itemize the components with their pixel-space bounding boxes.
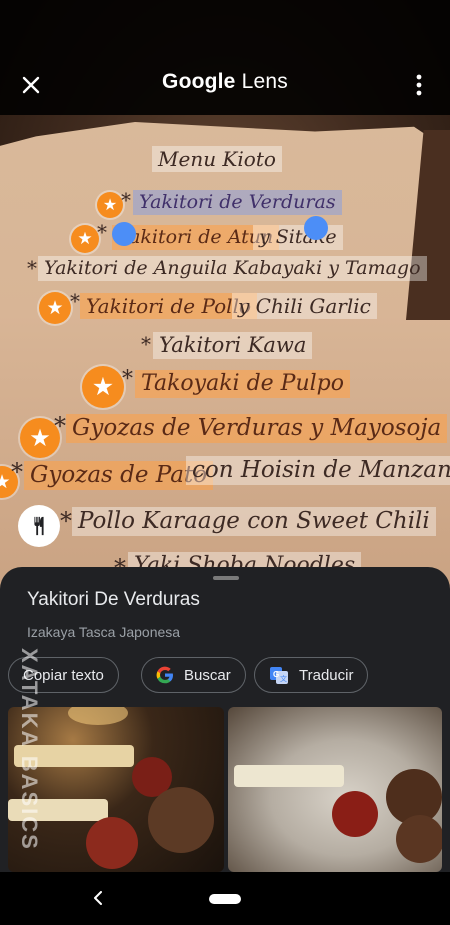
watermark: XATAKA BASICS [16, 648, 50, 900]
mushroom-shape [396, 815, 442, 863]
translate-label: Traducir [299, 666, 354, 684]
translate-icon: G 文 [269, 665, 289, 685]
menu-bullet: * [27, 256, 37, 280]
candle-glow-shape [68, 707, 128, 725]
menu-bullet: * [54, 412, 66, 440]
menu-line-text[interactable]: y Sitake [253, 225, 343, 250]
fork-knife-icon [34, 516, 44, 536]
mushroom-shape [148, 787, 214, 853]
back-button[interactable] [86, 886, 110, 910]
app-title-lens: Lens [241, 70, 288, 93]
home-pill-button[interactable] [209, 894, 241, 904]
menu-line-text[interactable]: Yakitori de Anguila Kabayaki y Tamago [38, 256, 427, 281]
favorite-star-icon[interactable]: ★ [82, 366, 124, 408]
menu-line-text[interactable]: con Hoisin de Manzana [186, 456, 450, 485]
svg-text:文: 文 [280, 674, 287, 683]
tomato-shape [332, 791, 378, 837]
more-options-button[interactable] [402, 68, 436, 102]
menu-line-highlight[interactable]: Takoyaki de Pulpo [135, 370, 350, 398]
search-chip[interactable]: Buscar [141, 657, 246, 693]
system-nav-bar [0, 872, 450, 925]
google-g-icon [156, 666, 174, 684]
top-app-bar: Google Lens [0, 0, 450, 115]
selection-end-handle[interactable] [304, 216, 328, 240]
result-image[interactable] [228, 707, 442, 872]
selected-menu-line[interactable]: Yakitori de Verduras [133, 190, 342, 215]
selection-start-handle[interactable] [112, 222, 136, 246]
results-bottom-sheet[interactable]: Yakitori De Verduras Izakaya Tasca Japon… [0, 567, 450, 872]
chevron-left-icon [94, 891, 102, 905]
sheet-drag-handle[interactable] [213, 576, 239, 580]
menu-bullet: * [121, 188, 131, 212]
favorite-star-icon[interactable]: ★ [71, 225, 99, 253]
menu-bullet: * [11, 458, 23, 486]
app-title: Google Lens [0, 70, 450, 94]
menu-line-highlight[interactable]: Yakitori de Pollo [80, 293, 257, 319]
search-label: Buscar [184, 666, 231, 684]
result-title: Yakitori De Verduras [27, 589, 200, 610]
dining-filter-button[interactable] [18, 505, 60, 547]
menu-line-highlight[interactable]: Gyozas de Verduras y Mayosoja [66, 414, 448, 443]
skewer-tofu-shape [234, 765, 344, 787]
menu-bullet: * [122, 367, 133, 392]
watermark-text: XATAKA BASICS [17, 648, 42, 851]
result-subtitle: Izakaya Tasca Japonesa [27, 624, 181, 640]
more-vert-icon [416, 74, 422, 96]
menu-bullet: * [141, 332, 151, 356]
menu-line-highlight[interactable]: Gyozas de Pato [24, 461, 214, 490]
menu-bullet: * [97, 220, 107, 244]
menu-line-text[interactable]: y Chili Garlic [232, 293, 377, 319]
favorite-star-icon[interactable]: ★ [97, 192, 123, 218]
menu-header[interactable]: Menu Kioto [152, 146, 282, 172]
translate-chip[interactable]: G 文 Traducir [254, 657, 369, 693]
favorite-star-icon[interactable]: ★ [39, 292, 71, 324]
tomato-shape [86, 817, 138, 869]
menu-line-text[interactable]: Yakitori Kawa [153, 332, 313, 359]
menu-bullet: * [60, 507, 72, 535]
app-title-google: Google [162, 70, 236, 93]
menu-bullet: * [70, 289, 80, 313]
svg-text:G: G [273, 670, 279, 679]
menu-line-text[interactable]: Pollo Karaage con Sweet Chili [72, 507, 436, 536]
